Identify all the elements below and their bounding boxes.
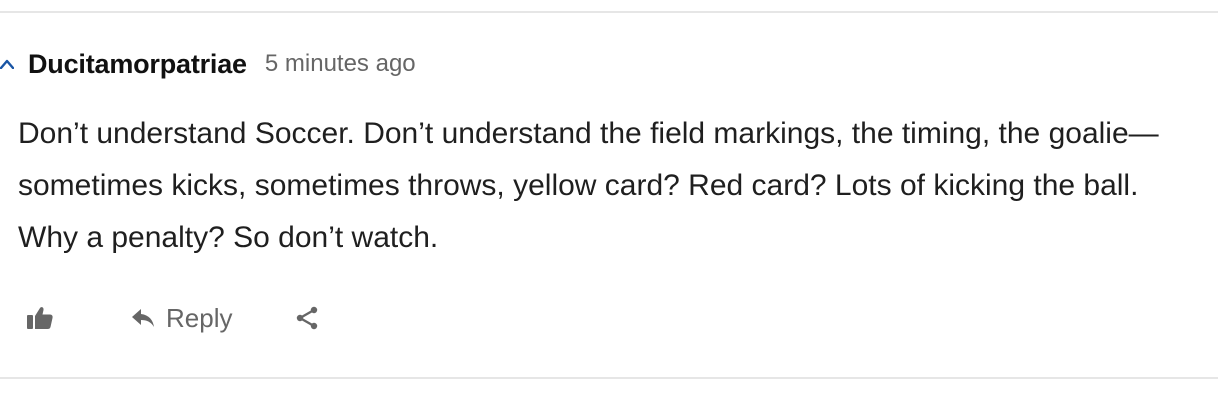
reply-button[interactable]: Reply	[130, 303, 232, 334]
like-button[interactable]	[26, 305, 58, 331]
bottom-divider	[0, 377, 1218, 379]
comment-body: Don’t understand Soccer. Don’t understan…	[18, 117, 1159, 254]
comment-author[interactable]: Ducitamorpatriae	[28, 49, 247, 80]
comment-actions: Reply	[26, 294, 320, 342]
comment-header: Ducitamorpatriae 5 minutes ago	[0, 44, 416, 84]
top-divider	[0, 11, 1218, 13]
reply-arrow-icon	[132, 309, 154, 327]
caret-up-icon[interactable]	[0, 44, 22, 84]
comment-timestamp: 5 minutes ago	[264, 50, 416, 77]
share-button[interactable]	[294, 305, 320, 331]
share-icon	[297, 306, 318, 330]
thumbs-up-icon	[27, 307, 53, 329]
reply-label: Reply	[166, 302, 233, 333]
